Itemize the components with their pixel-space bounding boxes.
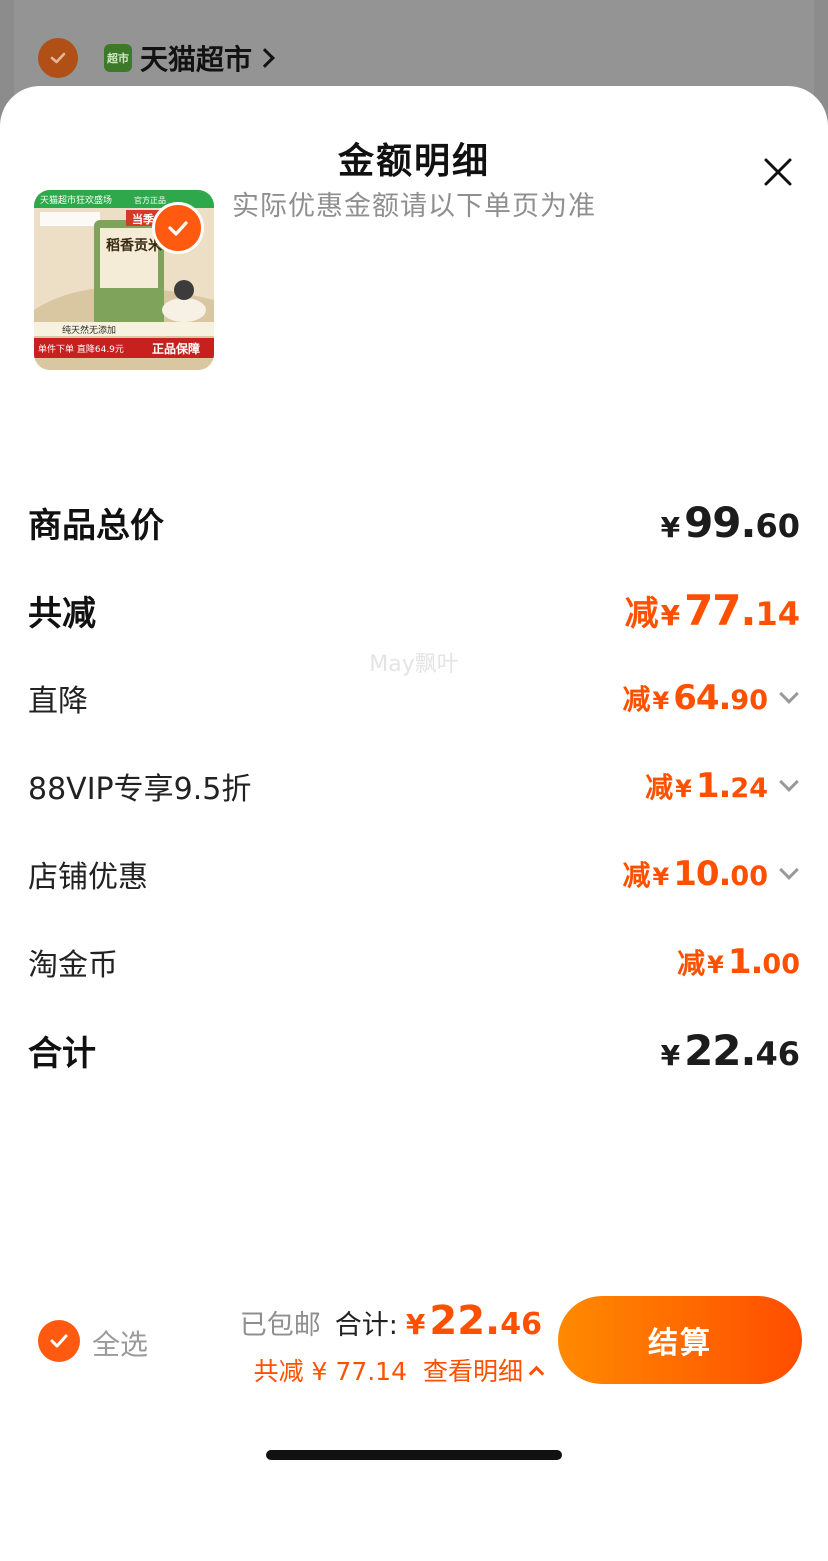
grand-total-amount: ¥ 22. 46 <box>661 1026 800 1075</box>
bottom-saving: 共减 ¥ 77.14 查看明细 <box>253 1352 545 1388</box>
shop-name: 天猫超市 <box>140 43 253 76</box>
amount-integer: 99. <box>684 498 756 547</box>
currency-symbol: ¥ <box>652 863 670 891</box>
chevron-up-icon <box>528 1365 545 1381</box>
shop-discount-amount: 减 ¥ 10. 00 <box>622 854 768 894</box>
product-check-icon[interactable] <box>152 202 204 254</box>
select-all-checkbox[interactable] <box>38 1320 80 1362</box>
vip-discount-expand[interactable]: 减 ¥ 1. 24 <box>645 766 800 806</box>
currency-symbol: ¥ <box>660 511 681 544</box>
select-all-label[interactable]: 全选 <box>92 1323 148 1363</box>
amount-integer: 64. <box>673 678 731 718</box>
currency-symbol: ¥ <box>675 775 692 803</box>
home-indicator <box>266 1450 562 1460</box>
taojin-coin-amount: 减 ¥ 1. 00 <box>677 942 800 982</box>
checkout-button[interactable]: 结算 <box>558 1296 802 1384</box>
shop-logo-icon: 超市 <box>104 44 132 72</box>
image-guarantee-text: 正品保障 <box>152 341 200 356</box>
amount-integer: 1. <box>695 766 732 806</box>
goods-total-row: 商品总价 ¥ 99. 60 <box>28 498 800 547</box>
bottom-total-integer: 22. <box>429 1298 501 1344</box>
total-discount-label: 共减 <box>28 594 96 634</box>
sheet-title: 金额明细 <box>337 141 490 182</box>
amount-decimal: 14 <box>755 595 800 633</box>
image-banner-tag: 官方正品 <box>134 195 166 205</box>
amount-decimal: 46 <box>755 1035 800 1073</box>
shop-discount-expand[interactable]: 减 ¥ 10. 00 <box>622 854 800 894</box>
bottom-total: 已包邮 合计: ¥ 22. 46 <box>240 1298 542 1344</box>
vip-discount-label: 88VIP专享9.5折 <box>28 772 252 807</box>
total-discount-row: 共减 减 ¥ 77. 14 <box>28 586 800 635</box>
chevron-down-icon <box>779 860 799 880</box>
direct-discount-label: 直降 <box>28 684 88 719</box>
saving-text: 共减 ¥ 77.14 <box>253 1357 407 1386</box>
currency-symbol: ¥ <box>652 687 670 715</box>
chevron-right-icon <box>255 48 275 68</box>
currency-symbol: ¥ <box>660 1039 681 1072</box>
vip-discount-amount: 减 ¥ 1. 24 <box>645 766 768 806</box>
close-button[interactable] <box>758 152 798 192</box>
bottom-total-decimal: 46 <box>500 1307 542 1342</box>
goods-total-label: 商品总价 <box>28 506 164 546</box>
image-banner-text: 天猫超市狂欢盛场 <box>40 194 112 206</box>
view-detail-label: 查看明细 <box>422 1357 523 1386</box>
chevron-down-icon <box>779 772 799 792</box>
direct-discount-row[interactable]: 直降 减 ¥ 64. 90 <box>28 676 800 720</box>
amount-decimal: 00 <box>730 861 768 892</box>
background-shop-header: 超市 天猫超市 <box>38 38 275 78</box>
chevron-down-icon <box>779 684 799 704</box>
taojin-coin-label: 淘金币 <box>28 948 118 983</box>
direct-discount-amount: 减 ¥ 64. 90 <box>622 678 768 718</box>
amount-integer: 1. <box>727 942 764 982</box>
amount-integer: 77. <box>684 586 756 635</box>
discount-prefix: 减 <box>677 947 706 980</box>
amount-decimal: 00 <box>762 949 800 980</box>
discount-prefix: 减 <box>645 771 674 804</box>
discount-prefix: 减 <box>624 594 659 634</box>
check-icon <box>50 1334 68 1348</box>
amount-integer: 10. <box>673 854 731 894</box>
currency-symbol: ¥ <box>405 1308 426 1341</box>
goods-total-amount: ¥ 99. 60 <box>661 498 800 547</box>
direct-discount-expand[interactable]: 减 ¥ 64. 90 <box>622 678 800 718</box>
discount-prefix: 减 <box>622 683 651 716</box>
amount-decimal: 60 <box>755 507 800 545</box>
currency-symbol: ¥ <box>660 599 681 632</box>
bottom-total-label: 合计: <box>334 1310 398 1341</box>
close-icon <box>764 158 792 186</box>
shop-discount-label: 店铺优惠 <box>28 860 148 895</box>
shop-check-icon <box>38 38 78 78</box>
shipping-status: 已包邮 <box>239 1310 321 1341</box>
grand-total-row: 合计 ¥ 22. 46 <box>28 1026 800 1075</box>
discount-prefix: 减 <box>622 859 651 892</box>
total-discount-amount: 减 ¥ 77. 14 <box>625 586 800 635</box>
taojin-coin-row: 淘金币 减 ¥ 1. 00 <box>28 940 800 984</box>
currency-symbol: ¥ <box>707 951 724 979</box>
amount-integer: 22. <box>684 1026 756 1075</box>
grand-total-label: 合计 <box>28 1034 96 1074</box>
amount-decimal: 90 <box>730 685 768 716</box>
watermark: May飘叶 <box>369 652 459 677</box>
image-promo-text: 单件下单 直降64.9元 <box>38 343 124 355</box>
image-natural-text: 纯天然无添加 <box>62 324 116 336</box>
view-detail-link[interactable]: 查看明细 <box>422 1352 545 1388</box>
vip-discount-row[interactable]: 88VIP专享9.5折 减 ¥ 1. 24 <box>28 764 800 808</box>
shop-discount-row[interactable]: 店铺优惠 减 ¥ 10. 00 <box>28 852 800 896</box>
amount-decimal: 24 <box>730 773 768 804</box>
